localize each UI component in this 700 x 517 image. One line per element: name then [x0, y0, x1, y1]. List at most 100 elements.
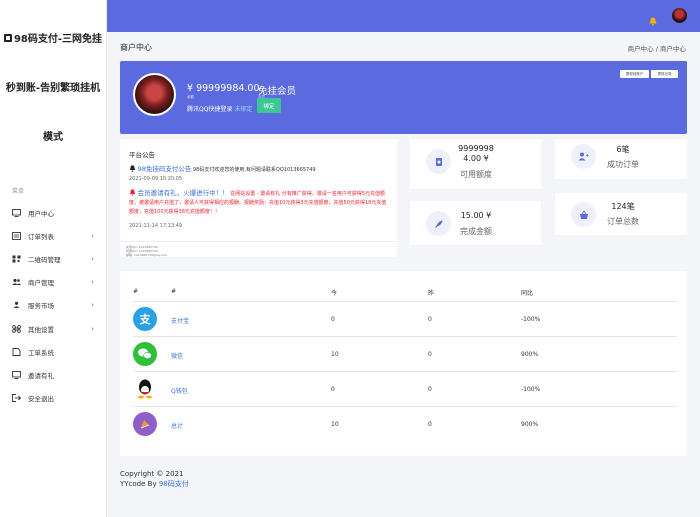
svg-text:支: 支: [139, 312, 152, 326]
announcement-link[interactable]: 98免挂码支付公告: [138, 165, 192, 173]
qq-icon: [133, 377, 157, 401]
channel-name[interactable]: 微信: [171, 351, 183, 360]
qq-bind-link[interactable]: 未绑定: [234, 106, 252, 113]
announcement-item: 会员邀请有礼，火爆进行中！！ 在网站设置 - 邀请有礼 分有推广获得，邀请一名用…: [129, 189, 387, 215]
today-value: 0: [331, 316, 335, 323]
total-icon: [133, 412, 157, 436]
avatar[interactable]: [672, 8, 687, 23]
chevron-right-icon: ›: [91, 254, 94, 263]
sidebar-item-logout[interactable]: 安全退出: [0, 387, 106, 410]
yesterday-value: 0: [428, 421, 432, 428]
monitor-icon: [12, 208, 21, 217]
sidebar-menu: 用户中心 订单列表 › 二维码管理 › 商户管理 › 服务市场 › 其他设置 ›: [0, 201, 106, 410]
stat-value: 124笔: [611, 202, 635, 211]
stat-available-quota: 9999998 4.00 ¥ 可用额度: [410, 139, 541, 189]
stat-label: 成功订单: [607, 160, 639, 169]
sidebar-item-label: 二维码管理: [28, 255, 61, 264]
account-summary-card: ¥ 99999984.00 余额 免挂会员 会员 腾讯QQ快捷登录 未绑定 绑定 …: [120, 61, 687, 134]
today-value: 0: [331, 386, 335, 393]
channel-name[interactable]: 支付宝: [171, 316, 189, 325]
withdraw-records-button[interactable]: 提现记录: [651, 70, 678, 78]
chevron-right-icon: ›: [91, 301, 94, 310]
ratio-value: -100%: [521, 316, 541, 323]
balance-value: ¥ 99999984.00: [187, 83, 260, 94]
sidebar-item-user-center[interactable]: 用户中心: [0, 201, 106, 224]
sidebar-item-label: 工单系统: [28, 348, 54, 357]
announcement-footer: 充值QQ: 1013665749 问题QQ: 1013665749 邮箱: 10…: [120, 241, 397, 260]
sidebar-item-other-settings[interactable]: 其他设置 ›: [0, 317, 106, 340]
bind-button[interactable]: 绑定: [257, 98, 281, 113]
page-footer: Copyright © 2021 YYcode By 98码支付: [120, 470, 189, 489]
column-header: 同比: [521, 290, 534, 297]
announcement-title: 平台公告: [129, 151, 155, 159]
column-header: 昨: [428, 290, 435, 297]
table-row: Q钱包 0 0 -100%: [133, 372, 677, 407]
column-header: #: [133, 288, 139, 295]
sidebar-item-merchant[interactable]: 商户管理 ›: [0, 271, 106, 294]
today-value: 10: [331, 421, 339, 428]
sidebar-item-qrcode[interactable]: 二维码管理 ›: [0, 247, 106, 270]
column-header: 今: [331, 290, 338, 297]
ticket-icon: [12, 347, 21, 356]
monitor-icon: [12, 370, 21, 379]
contact-line: 邮箱: 1013665749@qq.com: [126, 253, 168, 257]
sidebar-item-label: 服务市场: [28, 302, 54, 311]
sidebar-item-service-market[interactable]: 服务市场 ›: [0, 294, 106, 317]
group-icon: [12, 301, 21, 309]
sidebar-item-label: 用户中心: [28, 209, 54, 218]
breadcrumb[interactable]: 商户中心 / 商户中心: [628, 43, 686, 53]
command-icon: [12, 324, 21, 333]
ratio-value: 900%: [521, 351, 539, 358]
sidebar-item-label: 邀请有礼: [28, 371, 54, 380]
channel-stats-table: # # 今 昨 同比 支 支付宝 0 0 -100% 微信 10 0 900% …: [120, 271, 687, 456]
wallet-icon: [426, 149, 451, 174]
menu-caption: 菜单: [12, 188, 25, 195]
stat-label: 订单总数: [607, 217, 639, 226]
basket-icon: [571, 202, 596, 227]
sidebar-item-label: 订单列表: [28, 232, 54, 241]
sidebar: 98码支付-三网免挂 秒到账-告别繁琐挂机 模式 菜单 用户中心 订单列表 › …: [0, 0, 107, 517]
bell-icon: [129, 189, 136, 196]
balance-caption: 余额: [187, 95, 194, 99]
announcement-link[interactable]: 会员邀请有礼，火爆进行中！！: [138, 189, 229, 197]
stat-successful-orders: 6笔 成功订单: [555, 139, 687, 179]
users-icon: [12, 278, 21, 286]
list-icon: [12, 231, 21, 240]
channel-name[interactable]: Q钱包: [171, 386, 188, 395]
credit-line: YYcode By 98码支付: [120, 479, 189, 488]
announcement-date: 2021-09-09 10:20:05: [129, 176, 183, 182]
stat-total-orders: 124笔 订单总数: [555, 193, 687, 235]
table-header: # # 今 昨 同比: [133, 286, 677, 302]
stat-value: 9999998 4.00 ¥: [458, 144, 494, 163]
stat-value: 6笔: [616, 145, 630, 154]
alipay-icon: 支: [133, 307, 157, 331]
table-row: 微信 10 0 900%: [133, 337, 677, 372]
withdraw-button[interactable]: 提现到账户: [620, 70, 649, 78]
bell-icon[interactable]: [649, 11, 657, 26]
copyright: Copyright © 2021: [120, 470, 184, 478]
brand: 98码支付-三网免挂 秒到账-告别繁琐挂机 模式: [0, 0, 106, 143]
sidebar-item-label: 安全退出: [28, 395, 54, 404]
users-plus-icon: [571, 144, 596, 169]
avatar: [133, 73, 176, 116]
table-row: 支 支付宝 0 0 -100%: [133, 302, 677, 337]
today-value: 10: [331, 351, 339, 358]
qq-login-status: 腾讯QQ快捷登录 未绑定: [187, 106, 253, 113]
wechat-icon: [133, 342, 157, 366]
rocket-icon: [426, 211, 451, 236]
yesterday-value: 0: [428, 351, 432, 358]
credit-link[interactable]: 98码支付: [159, 480, 189, 488]
sidebar-item-invite[interactable]: 邀请有礼: [0, 363, 106, 386]
sidebar-item-orders[interactable]: 订单列表 ›: [0, 224, 106, 247]
ratio-value: -100%: [521, 386, 541, 393]
chevron-right-icon: ›: [91, 324, 94, 333]
brand-line-3: 模式: [43, 132, 63, 143]
topbar: [107, 0, 700, 32]
column-header: #: [171, 288, 177, 295]
channel-name[interactable]: 总计: [171, 421, 183, 430]
table-row: 总计 10 0 900%: [133, 407, 677, 442]
sidebar-item-tickets[interactable]: 工单系统: [0, 340, 106, 363]
page-title: 商户中心: [120, 43, 152, 52]
brand-line-1: 98码支付-三网免挂: [0, 30, 106, 45]
ratio-value: 900%: [521, 421, 539, 428]
